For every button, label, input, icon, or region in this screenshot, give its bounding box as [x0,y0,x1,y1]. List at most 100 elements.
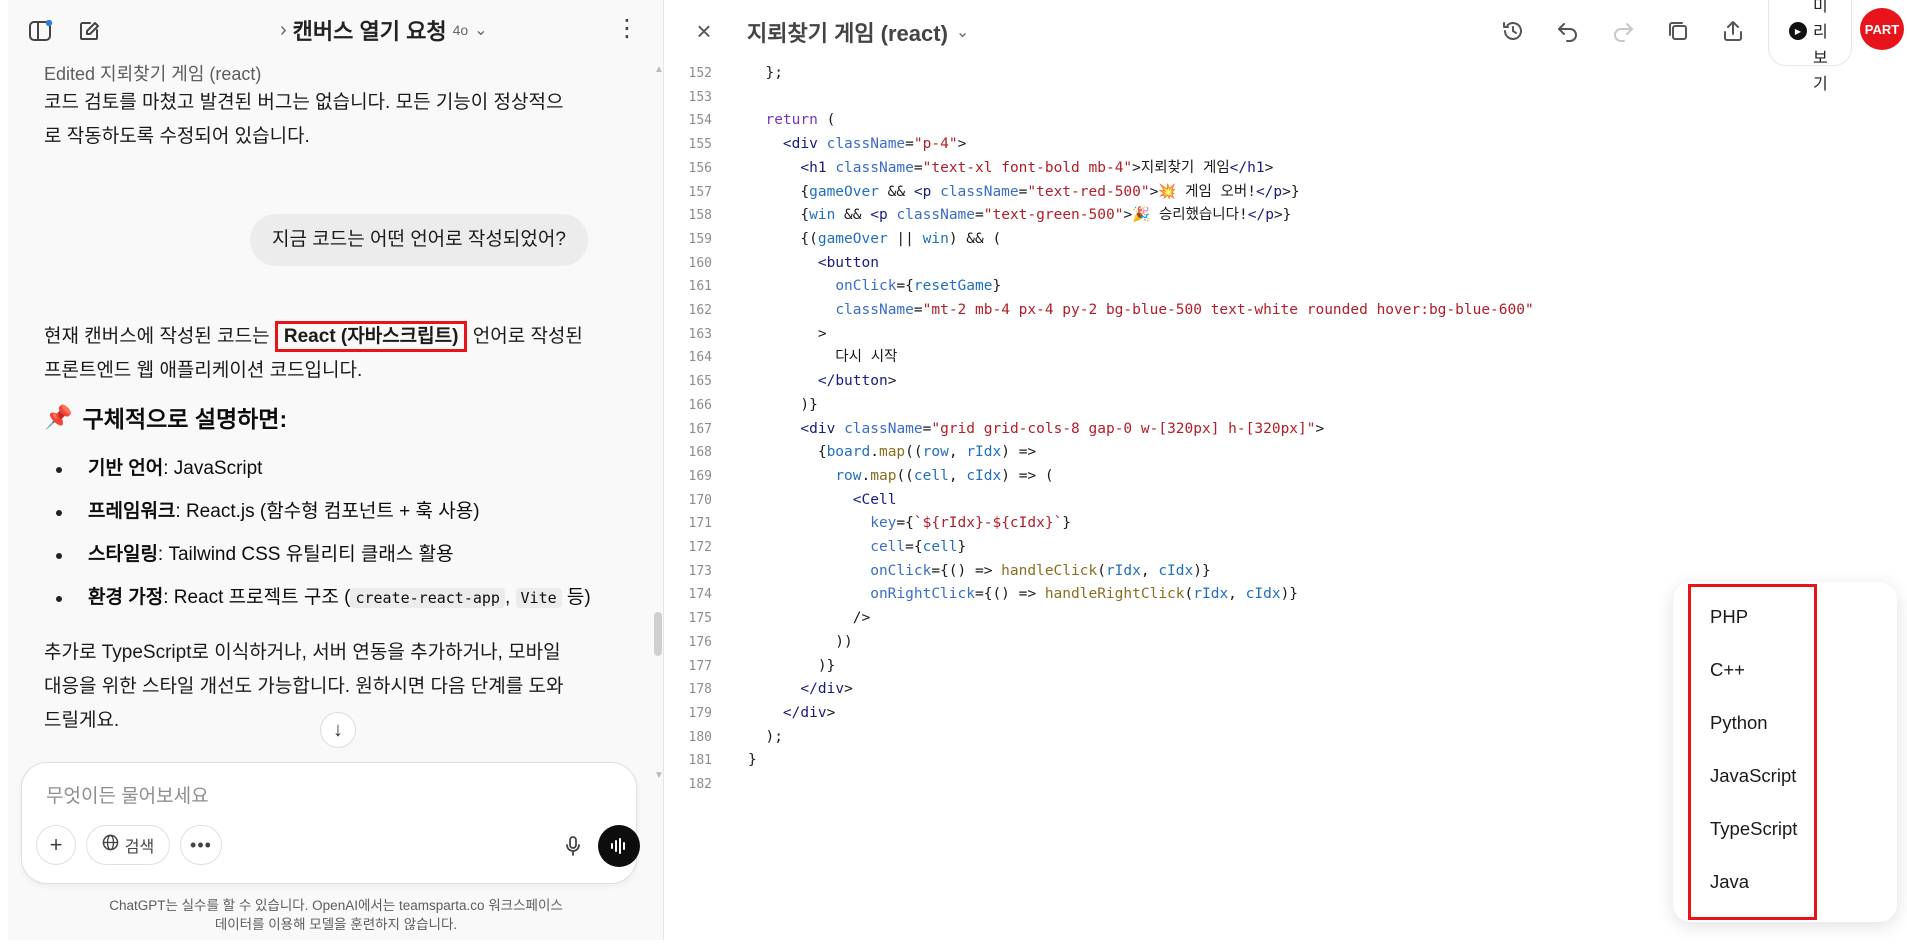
line-number: 171 [688,516,712,532]
language-option-python[interactable]: Python [1710,712,1768,734]
list-item-separator: , [504,587,511,608]
code-line[interactable]: 164 다시 시작 [664,346,1907,370]
code-line[interactable]: 160 <button [664,252,1907,276]
line-number: 159 [688,231,712,247]
workspace-logo[interactable]: PART [1860,8,1904,50]
code-line[interactable]: 168 {board.map((row, rIdx) => [664,441,1907,465]
code-line[interactable]: 159 {(gameOver || win) && ( [664,228,1907,252]
code-line[interactable]: 153 [664,86,1907,110]
section-heading-text: 구체적으로 설명하면: [82,406,288,432]
code-line[interactable]: 172 cell={cell} [664,536,1907,560]
chat-title-button[interactable]: › 캔버스 열기 요청 4o ⌄ [280,14,488,46]
disclaimer-line: 데이터를 이용해 모델을 훈련하지 않습니다. [214,917,458,932]
code-text[interactable]: </button> [748,370,897,394]
code-line[interactable]: 155 <div className="p-4"> [664,133,1907,157]
new-chat-icon[interactable] [74,16,104,46]
add-attachment-icon[interactable]: + [36,825,76,865]
code-text[interactable]: className="mt-2 mb-4 px-4 py-2 bg-blue-5… [748,299,1533,323]
line-number: 158 [688,208,712,224]
code-line[interactable]: 162 className="mt-2 mb-4 px-4 py-2 bg-bl… [664,299,1907,323]
code-line[interactable]: 163 > [664,323,1907,347]
assistant-message-line: 로 작동하도록 수정되어 있습니다. [44,126,310,147]
code-text[interactable]: cell={cell} [748,536,966,560]
code-line[interactable]: 161 onClick={resetGame} [664,275,1907,299]
code-text[interactable]: <h1 className="text-xl font-bold mb-4">지… [748,157,1273,181]
line-number: 176 [688,634,712,650]
line-number: 174 [688,587,712,603]
code-text[interactable]: row.map((cell, cIdx) => ( [748,465,1053,489]
code-text[interactable]: /> [748,607,870,631]
more-tools-icon[interactable]: ••• [180,825,222,865]
model-label: 4o [452,22,469,38]
code-text[interactable]: onClick={resetGame} [748,275,1001,299]
scrollbar-up-arrow-icon[interactable]: ▲ [654,64,664,75]
language-option-cpp[interactable]: C++ [1710,659,1745,681]
code-text[interactable]: <div className="grid grid-cols-8 gap-0 w… [748,418,1324,442]
list-item-text: : Tailwind CSS 유틸리티 클래스 활용 [157,544,454,565]
preview-button[interactable]: ▶ 미리보기 [1768,0,1852,93]
code-text[interactable]: return ( [748,109,835,133]
microphone-icon[interactable] [552,825,594,867]
code-text[interactable]: } [748,749,757,773]
redo-icon[interactable] [1606,14,1640,48]
language-option-typescript[interactable]: TypeScript [1710,818,1797,840]
code-text[interactable]: }; [748,62,782,86]
code-line[interactable]: 167 <div className="grid grid-cols-8 gap… [664,418,1907,442]
copy-icon[interactable] [1661,14,1695,48]
line-number: 166 [688,397,712,413]
code-text[interactable]: {win && <p className="text-green-500">🎉 … [748,204,1291,228]
voice-mode-icon[interactable] [598,825,640,867]
inline-code: create-react-app [350,588,505,608]
share-icon[interactable] [1716,14,1750,48]
code-text[interactable]: ); [748,726,782,750]
code-text[interactable]: )} [748,655,835,679]
code-text[interactable]: <Cell [748,489,897,513]
code-line[interactable]: 158 {win && <p className="text-green-500… [664,204,1907,228]
code-line[interactable]: 152 }; [664,62,1907,86]
code-line[interactable]: 170 <Cell [664,489,1907,513]
code-text[interactable]: <button [748,252,879,276]
code-text[interactable]: key={`${rIdx}-${cIdx}`} [748,512,1071,536]
code-text[interactable]: > [748,323,827,347]
inline-code: Vite [515,588,562,608]
line-number: 181 [688,753,712,769]
code-line[interactable]: 154 return ( [664,109,1907,133]
code-text[interactable]: {gameOver && <p className="text-red-500"… [748,181,1299,205]
code-text[interactable]: 다시 시작 [748,346,897,370]
code-line[interactable]: 157 {gameOver && <p className="text-red-… [664,181,1907,205]
list-item: 스타일링: Tailwind CSS 유틸리티 클래스 활용 [56,538,454,572]
message-composer[interactable]: 무엇이든 물어보세요 + 검색 ••• [21,762,640,884]
code-line[interactable]: 171 key={`${rIdx}-${cIdx}`} [664,512,1907,536]
code-text[interactable]: onClick={() => handleClick(rIdx, cIdx)} [748,560,1211,584]
line-number: 163 [688,326,712,342]
language-option-javascript[interactable]: JavaScript [1710,765,1796,787]
search-button[interactable]: 검색 [86,825,170,865]
undo-icon[interactable] [1551,14,1585,48]
code-line[interactable]: 173 onClick={() => handleClick(rIdx, cId… [664,560,1907,584]
language-option-java[interactable]: Java [1710,871,1749,893]
code-line[interactable]: 169 row.map((cell, cIdx) => ( [664,465,1907,489]
code-text[interactable]: )} [748,394,817,418]
scrollbar-down-arrow-icon[interactable]: ▼ [654,770,664,781]
close-icon[interactable]: × [687,14,721,48]
code-text[interactable]: {(gameOver || win) && ( [748,228,1001,252]
code-text[interactable]: <div className="p-4"> [748,133,966,157]
code-text[interactable]: )) [748,631,852,655]
language-option-php[interactable]: PHP [1710,606,1748,628]
code-line[interactable]: 156 <h1 className="text-xl font-bold mb-… [664,157,1907,181]
code-line[interactable]: 166 )} [664,394,1907,418]
canvas-title-button[interactable]: 지뢰찾기 게임 (react) ⌄ [747,16,969,48]
chat-scrollbar-thumb[interactable] [654,612,662,656]
history-icon[interactable] [1496,14,1530,48]
more-options-icon[interactable]: ⋮ [612,14,642,44]
canvas-header: × 지뢰찾기 게임 (react) ⌄ ▶ 미리보기 PART [664,0,1907,93]
sidebar-toggle-icon[interactable] [26,16,56,46]
code-text[interactable]: {board.map((row, rIdx) => [748,441,1036,465]
pushpin-icon: 📌 [44,403,73,430]
code-text[interactable]: onRightClick={() => handleRightClick(rId… [748,583,1298,607]
scroll-down-icon[interactable]: ↓ [320,712,356,748]
code-text[interactable]: </div> [748,702,835,726]
code-text[interactable]: </div> [748,678,852,702]
composer-input[interactable]: 무엇이든 물어보세요 [46,781,209,808]
code-line[interactable]: 165 </button> [664,370,1907,394]
